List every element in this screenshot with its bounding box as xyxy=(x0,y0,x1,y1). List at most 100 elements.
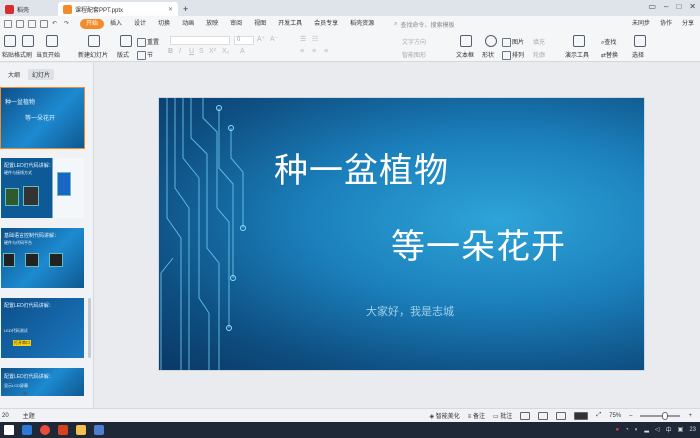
textbox-icon[interactable] xyxy=(460,35,472,47)
fill-button[interactable]: 填充 xyxy=(533,37,545,46)
image-button[interactable]: 图片 xyxy=(502,37,524,47)
slide-subtitle[interactable]: 大家好，我是志城 xyxy=(366,303,454,319)
slide-thumbnail[interactable]: 基础语言控制代码讲解： 硬件与代码平台 xyxy=(1,228,84,288)
shape-button[interactable]: 形状 xyxy=(482,50,494,59)
redo-icon[interactable]: ↷ xyxy=(64,20,72,28)
select-button[interactable]: 选择 xyxy=(632,50,644,59)
zoom-slider[interactable] xyxy=(640,411,681,420)
format-painter-button[interactable]: 格式刷 xyxy=(14,50,32,59)
close-icon[interactable]: ✕ xyxy=(689,2,696,11)
sorter-view-icon[interactable] xyxy=(538,411,549,420)
maximize-icon[interactable]: □ xyxy=(676,2,681,11)
fit-window-icon[interactable]: ⤢ xyxy=(596,412,601,419)
new-tab-button[interactable]: + xyxy=(178,2,193,16)
presenter-tools-icon[interactable] xyxy=(573,35,585,47)
menu-slideshow[interactable]: 放映 xyxy=(200,16,224,32)
menu-transitions[interactable]: 切换 xyxy=(152,16,176,32)
clock[interactable]: 23 xyxy=(689,427,696,433)
font-name-select[interactable] xyxy=(170,36,230,45)
slide-title-line1[interactable]: 种一盆植物 xyxy=(274,143,449,192)
textbox-button[interactable]: 文本框 xyxy=(456,50,474,59)
add-slide-button[interactable]: + xyxy=(22,389,28,400)
normal-view-icon[interactable] xyxy=(520,411,531,420)
ime-indicator[interactable]: 中 xyxy=(666,425,672,434)
command-search[interactable]: ⌕ 查找命令、搜索模板 xyxy=(394,20,454,29)
arrange-button[interactable]: 排列 xyxy=(502,50,524,60)
smart-beautify-button[interactable]: ◈ 智能美化 xyxy=(429,411,459,420)
tab-home[interactable]: 稻壳 xyxy=(0,2,58,16)
zoom-level[interactable]: 75% xyxy=(609,413,621,419)
save-icon[interactable] xyxy=(16,20,24,28)
current-slide[interactable]: 种一盆植物 等一朵花开 大家好，我是志城 xyxy=(158,97,645,371)
align-center-icon[interactable]: ≡ xyxy=(312,48,316,55)
sync-status-button[interactable]: 未同步 xyxy=(632,16,650,32)
bullets-icon[interactable]: ☰ xyxy=(300,35,306,43)
slide-thumbnail[interactable]: 配置LED灯代码讲解： 显示LCD屏幕 xyxy=(1,368,84,396)
slide-thumbnail[interactable]: 种一盆植物 等一朵花开 xyxy=(0,87,85,149)
text-direction-button[interactable]: 文字方向 xyxy=(402,37,426,46)
outline-button[interactable]: 轮廓 xyxy=(533,50,545,59)
underline-icon[interactable]: U xyxy=(189,48,194,55)
increase-font-icon[interactable]: A⁺ xyxy=(257,35,265,43)
play-icon[interactable] xyxy=(46,35,58,47)
zoom-out-icon[interactable]: – xyxy=(629,413,632,419)
thumbnail-scrollbar[interactable] xyxy=(88,298,91,358)
shape-icon[interactable] xyxy=(485,35,497,47)
tray-icon[interactable]: ◐ xyxy=(635,427,639,433)
menu-view[interactable]: 视图 xyxy=(248,16,272,32)
decrease-font-icon[interactable]: A⁻ xyxy=(270,35,278,43)
slide-thumbnail[interactable]: 配置LED灯代码讲解： 硬件与接线方式 xyxy=(1,158,84,218)
slide-title-line2[interactable]: 等一朵花开 xyxy=(391,219,566,268)
italic-icon[interactable]: I xyxy=(179,48,181,55)
layout-icon[interactable] xyxy=(120,35,132,47)
menu-home[interactable]: 开始 xyxy=(80,19,105,29)
minimize-icon[interactable]: – xyxy=(664,2,668,11)
tab-slides[interactable]: 幻灯片 xyxy=(28,69,55,80)
reset-button[interactable]: 重置 xyxy=(137,37,159,47)
menu-member[interactable]: 会员专享 xyxy=(308,16,344,32)
menu-developer[interactable]: 开发工具 xyxy=(272,16,308,32)
font-color-icon[interactable]: A xyxy=(240,48,245,55)
bold-icon[interactable]: B xyxy=(168,48,173,55)
paste-button[interactable]: 粘贴 xyxy=(2,50,14,59)
smartart-button[interactable]: 智能图形 xyxy=(402,50,426,59)
share-button[interactable]: 分享 xyxy=(682,16,694,32)
taskbar-app-icon[interactable] xyxy=(94,425,104,435)
shadow-icon[interactable]: S xyxy=(199,48,204,55)
align-left-icon[interactable]: ≡ xyxy=(300,48,304,55)
select-icon[interactable] xyxy=(634,35,646,47)
close-tab-icon[interactable]: ✕ xyxy=(168,6,173,13)
tray-icon[interactable]: ▣ xyxy=(678,426,684,433)
new-slide-button[interactable]: 新建幻灯片 xyxy=(78,50,108,59)
menu-review[interactable]: 审阅 xyxy=(224,16,248,32)
format-painter-icon[interactable] xyxy=(22,35,34,47)
preview-icon[interactable] xyxy=(40,20,48,28)
slide-thumbnail[interactable]: 配置LED灯代码讲解： LED代码测试 打开串口 xyxy=(1,298,84,358)
align-right-icon[interactable]: ≡ xyxy=(324,48,328,55)
comments-button[interactable]: ▭ 批注 xyxy=(493,411,512,420)
font-size-select[interactable]: 0 xyxy=(234,36,254,45)
tray-icon[interactable]: ◔ xyxy=(625,427,629,433)
file-menu-icon[interactable] xyxy=(4,20,12,28)
zoom-slider-handle[interactable] xyxy=(662,411,669,420)
menu-docer[interactable]: 稻壳资源 xyxy=(344,16,380,32)
notes-button[interactable]: ≡ 备注 xyxy=(468,411,485,420)
strikethrough-icon[interactable]: X² xyxy=(209,48,216,55)
layout-button[interactable]: 版式 xyxy=(117,50,129,59)
print-icon[interactable] xyxy=(28,20,36,28)
presenter-tools-button[interactable]: 演示工具 xyxy=(565,50,589,59)
zoom-in-icon[interactable]: + xyxy=(688,413,692,419)
wps-app-icon[interactable] xyxy=(58,425,68,435)
start-icon[interactable] xyxy=(4,425,14,435)
theme-label[interactable]: 主题 xyxy=(23,411,35,420)
tab-document[interactable]: 课程配套PPT.pptx ✕ xyxy=(58,2,178,16)
menu-animations[interactable]: 动画 xyxy=(176,16,200,32)
folder-icon[interactable] xyxy=(76,425,86,435)
section-button[interactable]: 节 xyxy=(137,50,153,60)
layout-icon[interactable]: ▭ xyxy=(648,2,656,11)
tab-outline[interactable]: 大纲 xyxy=(4,69,24,80)
network-icon[interactable]: ▂ xyxy=(644,426,649,433)
slideshow-play-icon[interactable] xyxy=(574,411,589,420)
replace-button[interactable]: ⇄替换 xyxy=(601,50,618,59)
numbering-icon[interactable]: ☷ xyxy=(312,35,318,43)
